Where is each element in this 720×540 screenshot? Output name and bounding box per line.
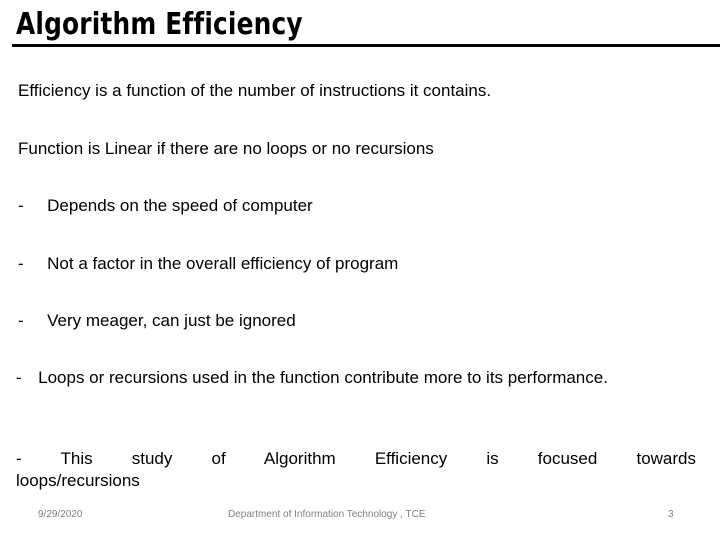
- footer-organization: Department of Information Technology , T…: [228, 509, 426, 520]
- title-underline-rule: [12, 44, 720, 47]
- bullet-item-1-label: Depends on the speed of computer: [47, 196, 313, 215]
- bullet-item-1: - Depends on the speed of computer: [18, 195, 708, 217]
- bullet-item-5: - This study of Algorithm Efficiency is …: [16, 448, 696, 492]
- bullet-dash-marker: -: [18, 196, 24, 215]
- bullet-item-2: - Not a factor in the overall efficiency…: [18, 253, 708, 275]
- body-paragraph-1: Efficiency is a function of the number o…: [18, 81, 492, 100]
- bullet-item-5-lastline: loops/recursions: [16, 471, 140, 490]
- page-title: Algorithm Efficiency: [16, 7, 303, 42]
- slide-footer: 9/29/2020 Department of Information Tech…: [0, 508, 720, 526]
- title-block: Algorithm Efficiency: [0, 0, 720, 50]
- bullet-item-2-label: Not a factor in the overall efficiency o…: [47, 254, 399, 273]
- bullet-item-3: - Very meager, can just be ignored: [18, 310, 708, 332]
- bullet-item-4-label: Loops or recursions used in the function…: [38, 368, 608, 387]
- footer-date: 9/29/2020: [38, 509, 83, 520]
- body-paragraph-2: Function is Linear if there are no loops…: [18, 139, 434, 158]
- bullet-item-3-label: Very meager, can just be ignored: [47, 311, 296, 330]
- bullet-item-5-label: This study of Algorithm Efficiency is fo…: [60, 449, 697, 468]
- bullet-item-5-firstline: - This study of Algorithm Efficiency is …: [16, 448, 696, 470]
- bullet-dash-marker: -: [18, 311, 24, 330]
- bullet-item-4: - Loops or recursions used in the functi…: [16, 367, 696, 389]
- bullet-dash-marker: -: [16, 368, 22, 387]
- footer-page-number: 3: [668, 509, 674, 520]
- bullet-dash-marker: -: [16, 449, 22, 468]
- bullet-dash-marker: -: [18, 254, 24, 273]
- slide-canvas: Algorithm Efficiency Efficiency is a fun…: [0, 0, 720, 540]
